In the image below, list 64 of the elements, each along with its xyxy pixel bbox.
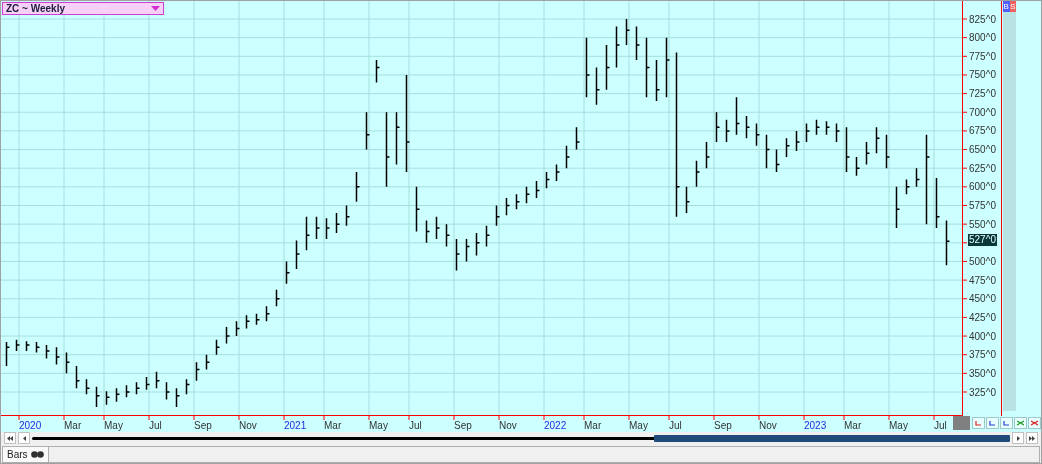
- date-label: Sep: [454, 420, 472, 431]
- scroll-left-button[interactable]: [18, 432, 30, 444]
- price-label: 750^0: [969, 69, 996, 81]
- scroll-start-button[interactable]: [4, 432, 16, 444]
- price-label: 675^0: [969, 125, 996, 137]
- price-label: 725^0: [969, 88, 996, 100]
- price-label: 550^0: [969, 218, 996, 230]
- price-label: 500^0: [969, 255, 996, 267]
- symbol-dropdown[interactable]: ZC ~ Weekly: [2, 2, 164, 15]
- date-label: 2020: [19, 420, 42, 431]
- scroll-end-button[interactable]: [1026, 432, 1038, 444]
- date-label: Jul: [669, 420, 682, 431]
- date-label: Mar: [324, 420, 342, 431]
- chart-tool-button[interactable]: [986, 417, 999, 429]
- date-label: Mar: [584, 420, 602, 431]
- date-label: Nov: [499, 420, 517, 431]
- date-label: Jul: [409, 420, 422, 431]
- chart-tool-button[interactable]: [1028, 417, 1041, 429]
- price-label: 775^0: [969, 50, 996, 62]
- date-label: Nov: [239, 420, 257, 431]
- price-label: 600^0: [969, 181, 996, 193]
- date-label: May: [369, 420, 388, 431]
- left-arrow-icon: [22, 435, 26, 441]
- date-label: Sep: [714, 420, 732, 431]
- bars-tab[interactable]: Bars: [3, 447, 49, 462]
- price-label: 400^0: [969, 330, 996, 342]
- dots-icon: [30, 451, 44, 458]
- date-label: May: [629, 420, 648, 431]
- chart-tool-button[interactable]: [972, 417, 985, 429]
- date-label: Jul: [934, 420, 947, 431]
- price-label: 475^0: [969, 274, 996, 286]
- price-label: 375^0: [969, 349, 996, 361]
- date-label: 2023: [804, 420, 827, 431]
- date-label: May: [104, 420, 123, 431]
- last-price-label: 527^0: [968, 234, 997, 246]
- tool-icon: [1031, 420, 1038, 426]
- double-right-arrow-icon: [1029, 435, 1035, 441]
- price-label: 625^0: [969, 162, 996, 174]
- date-label: 2022: [544, 420, 567, 431]
- date-label: Mar: [64, 420, 82, 431]
- date-label: Sep: [194, 420, 212, 431]
- price-label: 575^0: [969, 200, 996, 211]
- price-label: 825^0: [969, 13, 996, 25]
- right-arrow-icon: [1016, 435, 1020, 441]
- scroll-track[interactable]: [32, 436, 1010, 440]
- axis-corner: [953, 416, 970, 430]
- date-label: 2021: [284, 420, 307, 431]
- price-label: 800^0: [969, 32, 996, 44]
- price-label: 350^0: [969, 367, 996, 379]
- price-label: 450^0: [969, 293, 996, 305]
- side-button[interactable]: B: [1003, 1, 1010, 12]
- double-left-arrow-icon: [7, 435, 13, 441]
- price-label: 425^0: [969, 311, 996, 323]
- tool-icon: [1017, 420, 1024, 426]
- date-label: Nov: [759, 420, 777, 431]
- price-label: 700^0: [969, 106, 996, 118]
- price-label: 325^0: [969, 386, 996, 398]
- scroll-right-button[interactable]: [1012, 432, 1024, 444]
- price-label: 650^0: [969, 144, 996, 156]
- date-label: May: [889, 420, 908, 431]
- date-label: Mar: [844, 420, 862, 431]
- scroll-thumb[interactable]: [654, 434, 1010, 442]
- dropdown-caret-icon: [151, 6, 160, 11]
- date-label: Jul: [149, 420, 162, 431]
